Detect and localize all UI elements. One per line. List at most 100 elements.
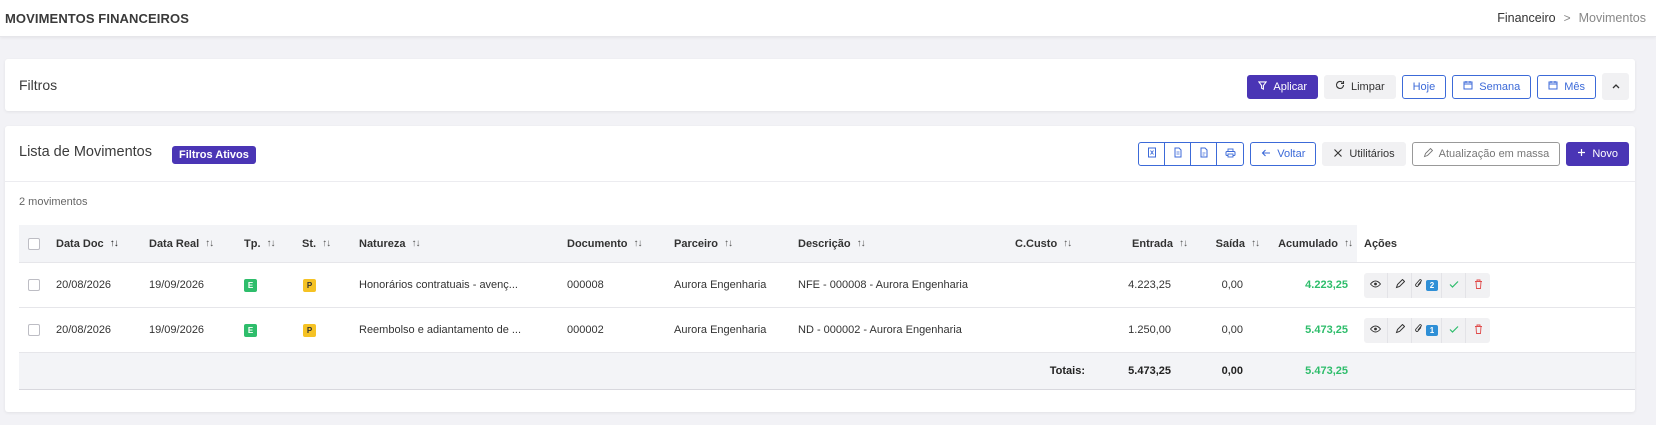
cell-data-doc: 20/08/2026 [56, 279, 112, 291]
column-header-acumulado[interactable]: Acumulado ↑↓ [1259, 225, 1353, 262]
column-header-parceiro[interactable]: Parceiro ↑↓ [674, 225, 733, 262]
cell-st: P [303, 263, 316, 307]
document-export-button[interactable] [1165, 143, 1192, 165]
column-header-data-doc[interactable]: Data Doc ↑↓ [56, 225, 119, 262]
back-button[interactable]: Voltar [1250, 142, 1317, 166]
table-header: Data Doc ↑↓ Data Real ↑↓ Tp. ↑↓ St. ↑↓ Natur… [19, 225, 1635, 263]
row-checkbox[interactable] [28, 324, 40, 336]
new-movement-button[interactable]: Novo [1566, 142, 1629, 166]
cell-documento: 000002 [567, 324, 604, 336]
apply-filters-button[interactable]: Aplicar [1247, 74, 1318, 99]
view-button[interactable] [1364, 273, 1388, 298]
column-header-entrada[interactable]: Entrada ↑↓ [1099, 225, 1188, 262]
print-icon [1225, 148, 1236, 161]
sort-icon: ↑↓ [1063, 238, 1072, 249]
column-label: Entrada [1132, 237, 1173, 250]
sort-icon: ↑↓ [724, 238, 733, 249]
excel-export-button[interactable] [1139, 143, 1166, 165]
apply-filters-label: Aplicar [1273, 80, 1307, 93]
cell-tp: E [244, 308, 257, 352]
trash-icon [1474, 324, 1483, 337]
attachments-count: 1 [1425, 325, 1439, 336]
column-header-descricao[interactable]: Descrição ↑↓ [798, 225, 866, 262]
bulk-update-button[interactable]: Atualização em massa [1411, 142, 1561, 166]
column-header-ccusto[interactable]: C.Custo ↑↓ [1015, 225, 1072, 262]
type-badge: E [244, 278, 257, 292]
cell-saida: 0,00 [1221, 324, 1243, 336]
print-button[interactable] [1217, 143, 1243, 165]
pencil-icon [1423, 147, 1433, 161]
movements-count: 2 movimentos [19, 196, 88, 208]
row-actions: 1 [1364, 318, 1490, 343]
cell-entrada: 4.223,25 [1128, 279, 1171, 291]
cell-parceiro: Aurora Engenharia [674, 324, 767, 336]
cell-acumulado: 5.473,25 [1305, 324, 1348, 336]
column-label: Data Doc [56, 237, 104, 250]
column-label: St. [302, 237, 317, 250]
row-select-cell [28, 263, 40, 307]
calendar-icon [1463, 80, 1473, 93]
confirm-button[interactable] [1442, 318, 1466, 343]
tools-icon [1333, 148, 1343, 161]
calendar-icon [1548, 80, 1558, 93]
clear-filters-button[interactable]: Limpar [1323, 74, 1396, 99]
arrow-left-icon [1261, 149, 1271, 160]
eye-icon [1369, 280, 1382, 291]
edit-button[interactable] [1388, 318, 1412, 343]
column-label: Acumulado [1278, 237, 1338, 250]
column-label: Natureza [359, 237, 406, 250]
column-header-tp[interactable]: Tp. ↑↓ [244, 225, 276, 262]
cell-descricao: NFE - 000008 - Aurora Engenharia [798, 279, 968, 291]
column-header-data-real[interactable]: Data Real ↑↓ [149, 225, 214, 262]
eye-icon [1369, 325, 1382, 336]
today-label: Hoje [1412, 80, 1436, 93]
confirm-button[interactable] [1442, 273, 1466, 298]
document-icon [1173, 147, 1183, 161]
table-totals-row: Totais: 5.473,25 0,00 5.473,25 [19, 353, 1635, 390]
column-header-st[interactable]: St. ↑↓ [302, 225, 331, 262]
select-all-checkbox[interactable] [28, 237, 40, 250]
collapse-filters-button[interactable] [1602, 73, 1629, 100]
delete-button[interactable] [1466, 273, 1490, 298]
view-button[interactable] [1364, 318, 1388, 343]
total-entrada: 5.473,25 [1128, 365, 1171, 377]
paperclip-icon [1414, 279, 1423, 292]
export-button-group [1138, 142, 1245, 166]
cell-natureza: Honorários contratuais - avenç... [359, 279, 518, 291]
utilities-button[interactable]: Utilitários [1322, 142, 1406, 166]
movements-list-card: Lista de Movimentos Filtros Ativos Volta… [5, 126, 1635, 412]
table-row: 20/08/2026 19/09/2026 E P Reembolso e ad… [19, 308, 1635, 353]
sort-icon: ↑↓ [1344, 238, 1353, 249]
row-checkbox[interactable] [28, 279, 40, 291]
cell-descricao: ND - 000002 - Aurora Engenharia [798, 324, 962, 336]
column-label: Data Real [149, 237, 200, 250]
status-badge: P [303, 323, 316, 337]
attachments-count: 2 [1425, 280, 1439, 291]
column-header-saida[interactable]: Saída ↑↓ [1179, 225, 1260, 262]
cell-natureza: Reembolso e adiantamento de ... [359, 324, 522, 336]
today-button[interactable]: Hoje [1401, 74, 1447, 99]
column-label: Saída [1215, 237, 1245, 250]
list-toolbar: Voltar Utilitários Atualização em massa … [1138, 142, 1629, 166]
chevron-up-icon [1612, 82, 1620, 92]
sort-icon: ↑↓ [266, 238, 276, 249]
cell-data-real: 19/09/2026 [149, 279, 205, 291]
week-button[interactable]: Semana [1452, 74, 1532, 99]
column-header-natureza[interactable]: Natureza ↑↓ [359, 225, 420, 262]
column-header-documento[interactable]: Documento ↑↓ [567, 225, 643, 262]
active-filters-badge: Filtros Ativos [172, 146, 256, 164]
excel-icon [1147, 147, 1157, 161]
month-label: Mês [1564, 80, 1585, 93]
delete-button[interactable] [1466, 318, 1490, 343]
breadcrumb: Financeiro > Movimentos [1497, 11, 1646, 25]
cell-parceiro: Aurora Engenharia [674, 279, 767, 291]
breadcrumb-item-financeiro[interactable]: Financeiro [1497, 11, 1555, 25]
cell-entrada: 1.250,00 [1128, 324, 1171, 336]
edit-button[interactable] [1388, 273, 1412, 298]
total-acumulado: 5.473,25 [1305, 365, 1348, 377]
month-button[interactable]: Mês [1537, 74, 1596, 99]
attachments-button[interactable]: 2 [1412, 273, 1442, 298]
row-actions: 2 [1364, 273, 1490, 298]
attachments-button[interactable]: 1 [1412, 318, 1442, 343]
pdf-export-button[interactable] [1191, 143, 1218, 165]
